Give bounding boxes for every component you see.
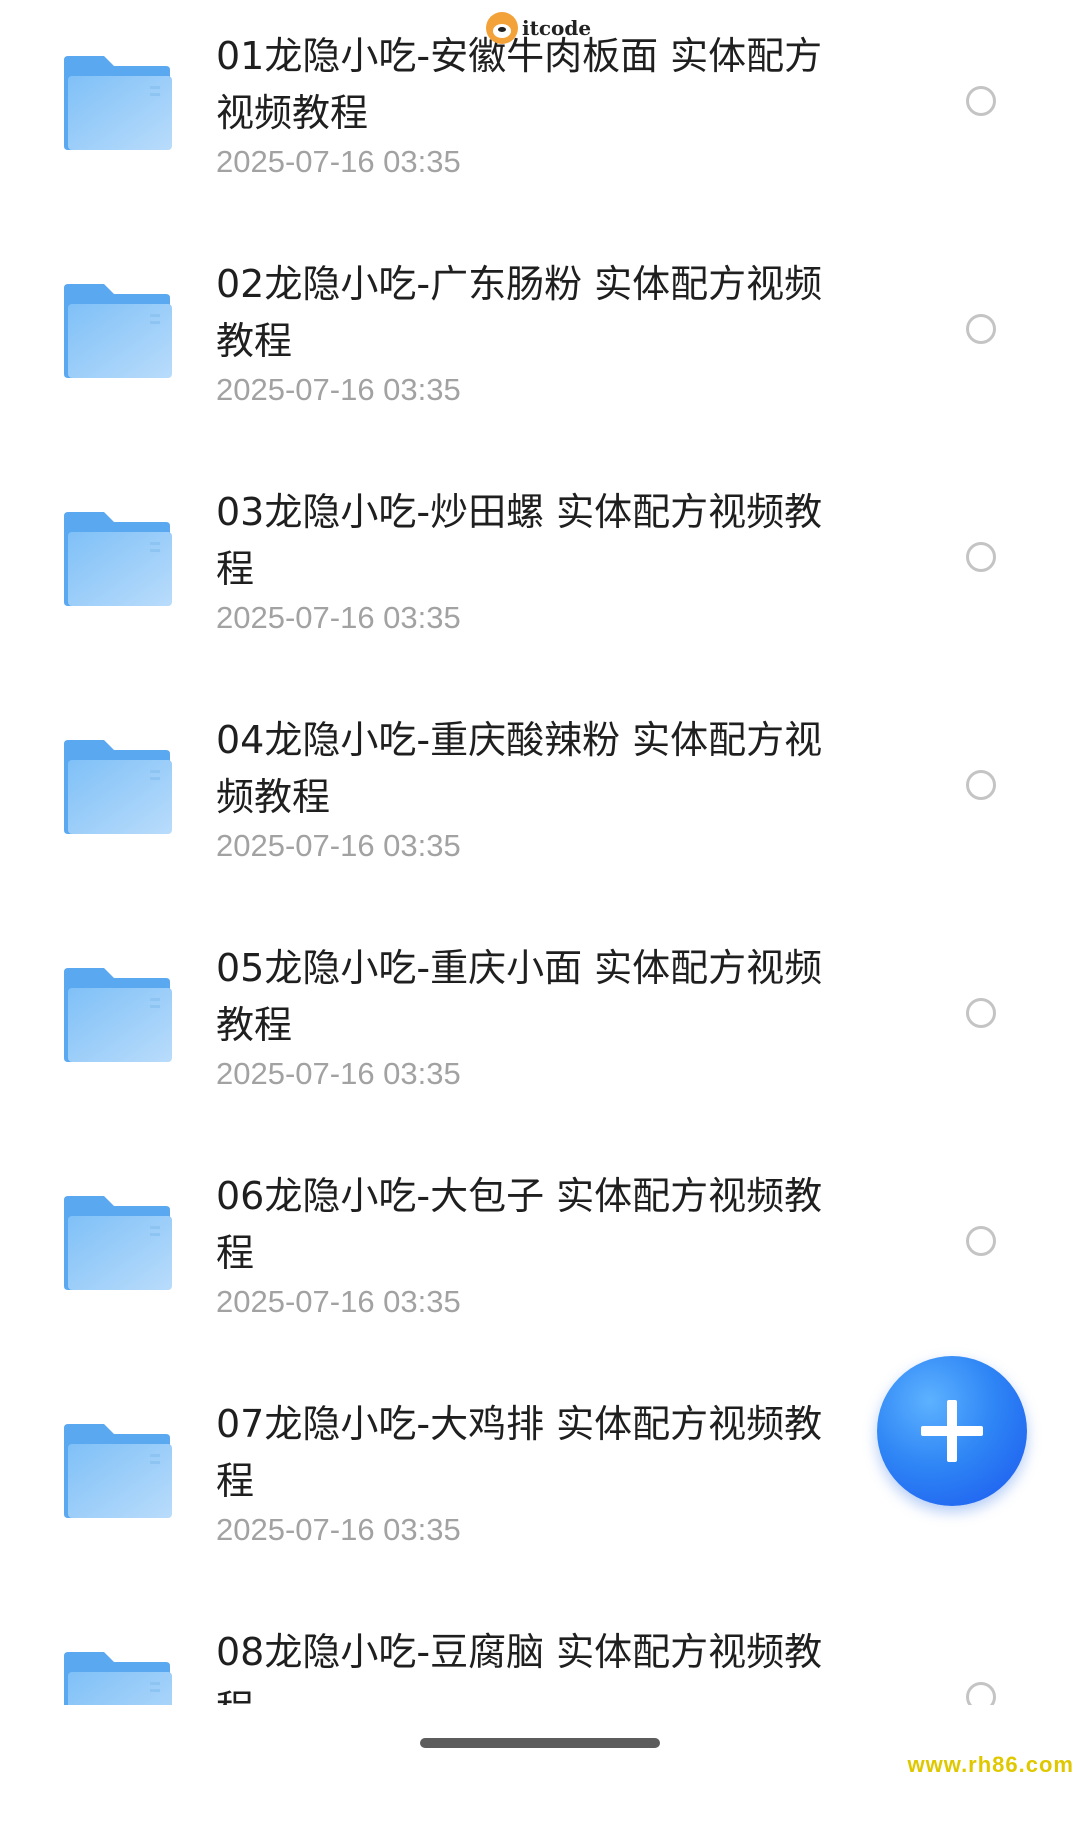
file-title: 05龙隐小吃-重庆小面 实体配方视频教程 (216, 946, 823, 1047)
add-button[interactable] (877, 1356, 1027, 1506)
home-indicator[interactable] (420, 1738, 660, 1748)
file-title: 07龙隐小吃-大鸡排 实体配方视频教程 (216, 1402, 823, 1503)
select-radio[interactable] (966, 770, 996, 800)
folder-icon (64, 508, 174, 608)
folder-icon (64, 1420, 174, 1520)
logo: itcode (486, 10, 591, 46)
file-date: 2025-07-16 03:35 (216, 1056, 461, 1091)
file-title: 03龙隐小吃-炒田螺 实体配方视频教程 (216, 490, 823, 591)
list-item[interactable]: 05龙隐小吃-重庆小面 实体配方视频教程 2025-07-16 03:35 (0, 912, 1080, 1140)
folder-icon (64, 964, 174, 1064)
folder-icon (64, 736, 174, 836)
watermark: www.rh86.com (907, 1752, 1074, 1777)
select-radio[interactable] (966, 998, 996, 1028)
select-radio[interactable] (966, 1226, 996, 1256)
file-title: 04龙隐小吃-重庆酸辣粉 实体配方视频教程 (216, 718, 823, 819)
select-radio[interactable] (966, 86, 996, 116)
folder-icon (64, 52, 174, 152)
file-date: 2025-07-16 03:35 (216, 600, 461, 635)
file-date: 2025-07-16 03:35 (216, 828, 461, 863)
logo-icon (486, 12, 518, 44)
folder-icon (64, 280, 174, 380)
file-title: 06龙隐小吃-大包子 实体配方视频教程 (216, 1174, 823, 1275)
folder-icon (64, 1192, 174, 1292)
file-date: 2025-07-16 03:35 (216, 1512, 461, 1547)
list-item[interactable]: 03龙隐小吃-炒田螺 实体配方视频教程 2025-07-16 03:35 (0, 456, 1080, 684)
select-radio[interactable] (966, 542, 996, 572)
file-date: 2025-07-16 03:35 (216, 1284, 461, 1319)
logo-text: itcode (522, 16, 592, 40)
list-item[interactable]: 06龙隐小吃-大包子 实体配方视频教程 2025-07-16 03:35 (0, 1140, 1080, 1368)
list-item[interactable]: 04龙隐小吃-重庆酸辣粉 实体配方视频教程 2025-07-16 03:35 (0, 684, 1080, 912)
file-title: 02龙隐小吃-广东肠粉 实体配方视频教程 (216, 262, 823, 363)
file-date: 2025-07-16 03:35 (216, 372, 461, 407)
select-radio[interactable] (966, 314, 996, 344)
file-date: 2025-07-16 03:35 (216, 144, 461, 179)
list-item[interactable]: 02龙隐小吃-广东肠粉 实体配方视频教程 2025-07-16 03:35 (0, 228, 1080, 456)
